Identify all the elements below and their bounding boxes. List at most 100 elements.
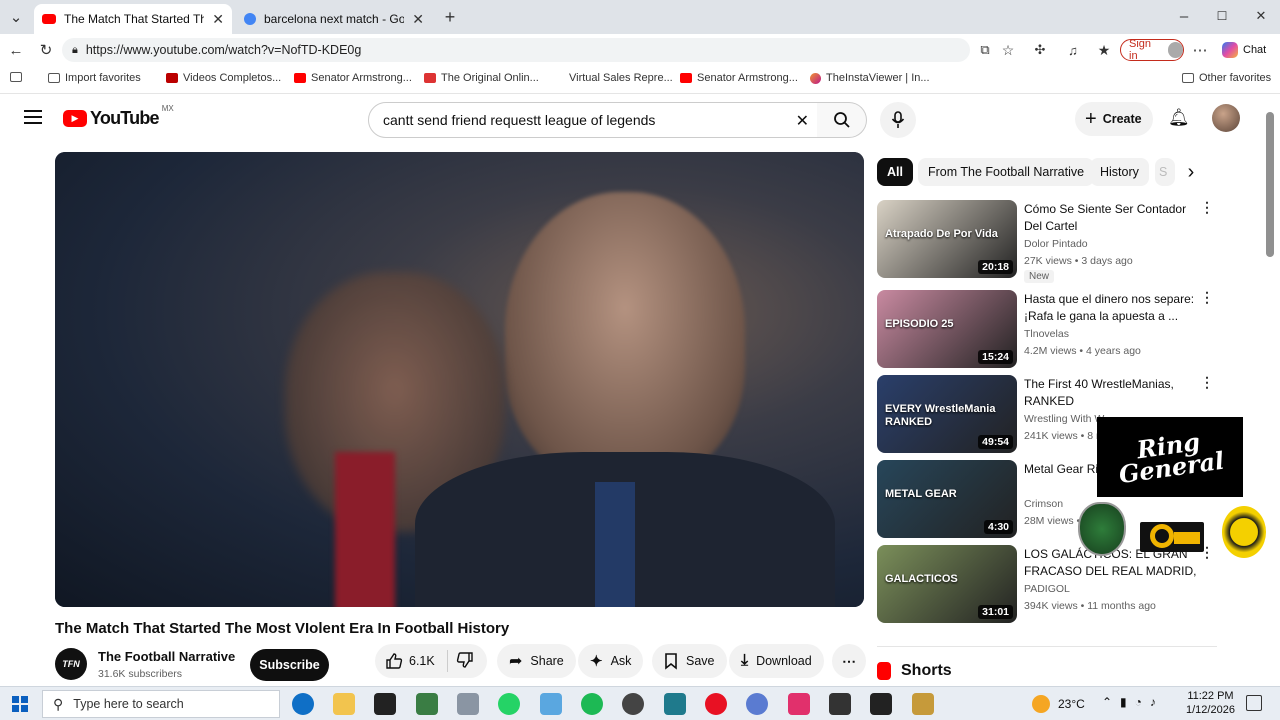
page-scrollbar-thumb[interactable] [1266,112,1274,257]
chrome-icon[interactable] [622,693,644,715]
whatsapp-icon[interactable] [498,693,520,715]
app-icon[interactable] [664,693,686,715]
recommendation-card[interactable]: Atrapado De Por Vida 20:18 Cómo Se Siente … [877,200,1257,283]
dislike-button[interactable] [456,651,474,672]
bookmarks-toggle-icon[interactable] [10,72,22,82]
video-thumbnail[interactable]: EVERY WrestleMania RANKED 49:54 [877,375,1017,453]
recommendation-title[interactable]: The First 40 WrestleManias, RANKED [1024,376,1204,410]
edge-icon[interactable] [292,693,314,715]
app-icon[interactable] [870,693,892,715]
epic-games-icon[interactable] [374,693,396,715]
recommendation-card[interactable]: EPISODIO 25 15:24 Hasta que el dinero nos … [877,290,1257,370]
recommendation-channel[interactable]: Crimson [1024,498,1063,510]
recommendation-title[interactable]: Hasta que el dinero nos separe: ¡Rafa le… [1024,291,1204,325]
close-tab-icon[interactable]: ✕ [212,11,224,28]
app-icon[interactable] [746,693,768,715]
read-aloud-icon[interactable]: ♫ [1063,40,1083,60]
notifications-bell-icon[interactable]: 🔔︎ [1168,108,1190,128]
audio-app-icon[interactable] [829,693,851,715]
search-button[interactable] [817,102,867,138]
download-button[interactable]: ⤓ Download [729,644,824,678]
new-tab-icon[interactable]: + [440,7,460,27]
more-options-icon[interactable]: ⋮ [1200,375,1214,389]
close-tab-icon[interactable]: ✕ [412,11,424,28]
bookmark-item[interactable]: Virtual Sales Repre... [552,72,673,84]
notification-center-icon[interactable] [1246,695,1262,711]
maximize-icon[interactable]: ☐ [1212,6,1232,26]
other-favorites[interactable]: Other favorites [1182,72,1271,84]
clear-search-icon[interactable]: ✕ [796,111,809,131]
subscribe-button[interactable]: Subscribe [250,649,329,681]
cobra-kai-logo-icon [1222,506,1266,558]
channel-avatar[interactable]: TFN [55,648,87,680]
account-avatar[interactable] [1212,104,1240,132]
recommendation-channel[interactable]: Dolor Pintado [1024,238,1088,250]
bookmark-import[interactable]: Import favorites [48,72,141,84]
red-jacket-shape [335,452,395,607]
tab-youtube[interactable]: The Match That Started The Most ✕ [34,4,232,34]
system-tray-icons[interactable]: ⌃▮◔♪ [1102,695,1164,709]
app-icon[interactable] [416,693,438,715]
weather-icon[interactable] [1032,695,1050,713]
clock[interactable]: 11:22 PM 1/12/2026 [1186,689,1235,717]
chip-partial[interactable]: S [1155,158,1175,186]
more-actions-icon[interactable]: ⋯ [832,644,866,678]
video-thumbnail[interactable]: METAL GEAR 4:30 [877,460,1017,538]
youtube-logo[interactable]: ▶ YouTube MX [63,104,174,129]
save-button[interactable]: Save [652,644,727,678]
bookmark-item[interactable]: TheInstaViewer | In... [810,72,930,84]
app-available-icon[interactable]: ⧉ [975,40,995,60]
site-info-icon[interactable]: 🔒︎ [72,44,78,57]
recommendation-card[interactable]: GALACTICOS 31:01 LOS GALÁCTICOS: EL GRAN F… [877,545,1257,625]
windows-start-icon[interactable] [12,696,28,712]
record-icon[interactable] [705,693,727,715]
sign-in-button[interactable]: Sign in [1120,38,1184,62]
video-thumbnail[interactable]: EPISODIO 25 15:24 [877,290,1017,368]
tab-google[interactable]: barcelona next match - Google Se ✕ [236,4,432,34]
tab-list-chevron-icon[interactable]: ⌄ [6,7,26,27]
video-thumbnail[interactable]: Atrapado De Por Vida 20:18 [877,200,1017,278]
minimize-icon[interactable]: – [1174,6,1194,26]
voice-search-button[interactable] [880,102,916,138]
app-icon[interactable] [457,693,479,715]
search-input[interactable]: cantt send friend requestt league of leg… [368,102,818,138]
spotify-icon[interactable] [581,693,603,715]
video-thumbnail[interactable]: GALACTICOS 31:01 [877,545,1017,623]
recommendation-channel[interactable]: Tlnovelas [1024,328,1069,340]
hamburger-menu-icon[interactable] [24,110,42,124]
more-options-icon[interactable]: ⋮ [1200,200,1214,214]
chip-history[interactable]: History [1090,158,1149,186]
copilot-chat-button[interactable]: Chat [1222,42,1266,58]
url-field[interactable]: 🔒︎ https://www.youtube.com/watch?v=NofTD… [62,38,970,62]
more-menu-icon[interactable]: ⋯ [1190,40,1210,60]
bookmark-item[interactable]: The Original Onlin... [424,72,539,84]
tiktok-icon[interactable] [788,693,810,715]
favorites-icon[interactable]: ★ [1094,40,1114,60]
bookmark-item[interactable]: Senator Armstrong... [294,72,412,84]
like-button[interactable]: 6.1K [385,652,435,670]
app-icon[interactable] [912,693,934,715]
video-player[interactable] [55,152,864,607]
recommendation-title[interactable]: Cómo Se Siente Ser Contador Del Cartel [1024,201,1204,235]
share-button[interactable]: ➦ Share [497,644,576,678]
chip-all[interactable]: All [877,158,913,186]
taskbar-search-box[interactable]: ⚲ Type here to search [42,690,280,718]
extensions-icon[interactable]: ✣ [1030,40,1050,60]
create-button[interactable]: + Create [1075,102,1153,136]
channel-name[interactable]: The Football Narrative [98,649,235,664]
chip-from-channel[interactable]: From The Football Narrative [918,158,1095,186]
back-icon[interactable]: ← [6,40,26,60]
close-window-icon[interactable]: ✕ [1251,6,1271,26]
bookmark-item[interactable]: Videos Completos... [166,72,281,84]
chip-label: From The Football Narrative [928,165,1085,179]
bookmark-item[interactable]: Senator Armstrong... [680,72,798,84]
more-options-icon[interactable]: ⋮ [1200,290,1214,304]
recommendation-channel[interactable]: PADIGOL [1024,583,1070,595]
refresh-icon[interactable]: ↻ [36,40,56,60]
ask-button[interactable]: ✦ Ask [578,644,644,678]
address-bar-row: ← ↻ 🔒︎ https://www.youtube.com/watch?v=N… [0,34,1280,66]
favorite-star-icon[interactable]: ☆ [998,40,1018,60]
file-explorer-icon[interactable] [333,693,355,715]
app-icon[interactable] [540,693,562,715]
chevron-right-icon[interactable]: › [1176,158,1206,186]
